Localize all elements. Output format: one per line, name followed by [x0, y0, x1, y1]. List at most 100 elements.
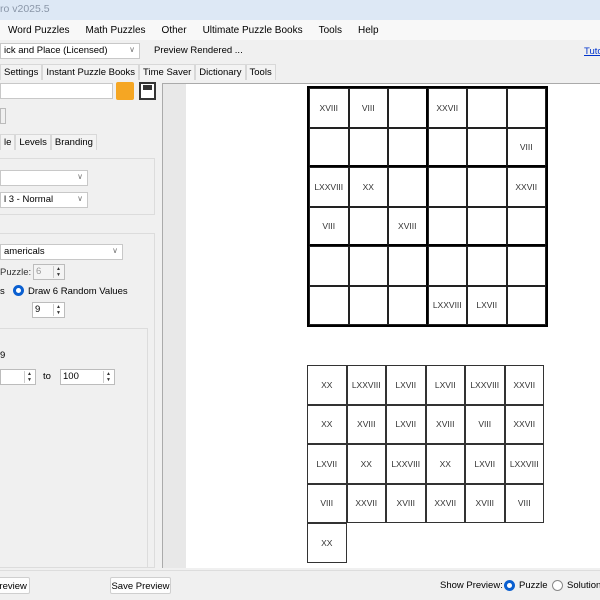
puzzle-radio[interactable] — [504, 580, 515, 591]
preview-area[interactable]: XVIII VIII XXVII VIII LXXVIII XX XXVII VIII XVII… — [162, 83, 600, 568]
grid-cell — [427, 206, 467, 246]
word-bank-cell: XX — [346, 444, 386, 484]
menu-help[interactable]: Help — [350, 25, 387, 36]
tab-tools[interactable]: Tools — [245, 64, 276, 80]
word-bank-cell: VIII — [307, 483, 347, 523]
grid-cell: VIII — [348, 88, 388, 128]
grid-cell: VIII — [506, 127, 546, 167]
word-bank-cell: XX — [307, 365, 347, 405]
word-bank-cell: XX — [307, 404, 347, 444]
tutorial-link[interactable]: Tuto — [584, 46, 600, 57]
grid-cell — [388, 285, 428, 325]
left-panel: le Levels Branding ∨ l 3 - Normal ∨ ameri… — [0, 81, 160, 568]
menu-ultimate-puzzle-books[interactable]: Ultimate Puzzle Books — [195, 25, 311, 36]
grid-cell — [348, 246, 388, 286]
tab-time-saver[interactable]: Time Saver — [139, 64, 196, 80]
solution-radio-label[interactable]: Solution — [567, 580, 600, 591]
tab-levels[interactable]: Levels — [15, 134, 51, 150]
settings-subtabs: le Levels Branding — [0, 134, 97, 150]
menu-other[interactable]: Other — [154, 25, 195, 36]
word-bank-cell: LXXVIII — [465, 365, 505, 405]
menu-math-puzzles[interactable]: Math Puzzles — [78, 25, 154, 36]
range-group — [0, 328, 148, 568]
to-label: to — [43, 371, 51, 382]
grid-cell — [427, 246, 467, 286]
toolbar: ick and Place (Licensed) ∨ Preview Render… — [0, 40, 600, 63]
menu-bar: Word Puzzles Math Puzzles Other Ultimate… — [0, 20, 600, 40]
grid-cell — [467, 167, 507, 207]
preview-button[interactable]: Preview — [0, 577, 30, 594]
puzzle-count-spinner[interactable]: 6 ▲ ▼ — [33, 264, 65, 280]
radio-option-1-label[interactable]: s — [0, 286, 5, 297]
word-bank-cell: XX — [425, 444, 465, 484]
tab-dictionary[interactable]: Dictionary — [195, 64, 246, 80]
word-bank-cell: XXVII — [425, 483, 465, 523]
grid-cell — [309, 127, 349, 167]
status-text: Preview Rendered ... — [154, 45, 243, 56]
grid-cell — [467, 206, 507, 246]
tab-style[interactable]: le — [0, 134, 16, 150]
word-bank-cell: LXVII — [386, 404, 426, 444]
word-bank-cell: XXVII — [346, 483, 386, 523]
puzzle-count-value: 6 — [36, 266, 42, 277]
value-count-spinner[interactable]: 9 ▲ ▼ — [32, 302, 65, 318]
spinner-arrows-icon[interactable]: ▲ ▼ — [53, 304, 63, 316]
range-to-value: 100 — [63, 371, 79, 382]
grid-cell: XXVII — [506, 167, 546, 207]
numeral-type-combo[interactable]: americals ∨ — [0, 244, 123, 260]
grid-cell — [506, 246, 546, 286]
tab-instant-puzzle-books[interactable]: Instant Puzzle Books — [42, 64, 140, 80]
grid-cell: XX — [348, 167, 388, 207]
grid-cell — [388, 88, 428, 128]
word-bank-cell: XVIII — [425, 404, 465, 444]
range-from-spinner[interactable]: ▲ ▼ — [0, 369, 36, 385]
file-input[interactable] — [0, 83, 113, 99]
grid-cell: XVIII — [309, 88, 349, 128]
word-bank-cell: LXXVIII — [504, 444, 544, 484]
chevron-down-icon: ∨ — [77, 194, 83, 203]
word-bank-cell: VIII — [465, 404, 505, 444]
puzzle-count-label: Puzzle: — [0, 267, 32, 278]
tab-branding[interactable]: Branding — [50, 134, 97, 150]
save-icon[interactable] — [139, 82, 156, 100]
grid-cell — [388, 127, 428, 167]
spinner-arrows-icon[interactable]: ▲ ▼ — [24, 371, 34, 383]
random-values-radio[interactable] — [13, 285, 24, 296]
save-preview-button[interactable]: Save Preview — [110, 577, 171, 594]
level-combo-value: l 3 - Normal — [4, 194, 54, 205]
puzzle-select-value: ick and Place (Licensed) — [4, 45, 108, 56]
grid-cell — [467, 127, 507, 167]
option-combo[interactable]: ∨ — [0, 170, 88, 186]
random-values-label[interactable]: Draw 6 Random Values — [28, 286, 128, 297]
grid-cell — [348, 285, 388, 325]
puzzle-type-select[interactable]: ick and Place (Licensed) ∨ — [0, 43, 140, 59]
spinner-stub[interactable] — [0, 108, 6, 124]
grid-cell — [348, 206, 388, 246]
spinner-arrows-icon[interactable]: ▲ ▼ — [103, 371, 113, 383]
spinner-arrows-icon[interactable]: ▲ ▼ — [53, 266, 63, 278]
level-combo[interactable]: l 3 - Normal ∨ — [0, 192, 88, 208]
grid-cell: LXXVIII — [309, 167, 349, 207]
grid-cell — [427, 127, 467, 167]
numeral-type-value: americals — [4, 246, 45, 257]
tab-settings[interactable]: Settings — [0, 64, 43, 80]
word-bank-cell: XX — [307, 523, 347, 563]
grid-cell — [506, 88, 546, 128]
menu-word-puzzles[interactable]: Word Puzzles — [0, 25, 78, 36]
grid-cell: LXXVIII — [427, 285, 467, 325]
grid-cell — [309, 246, 349, 286]
grid-cell — [467, 88, 507, 128]
puzzle-radio-label[interactable]: Puzzle — [519, 580, 548, 591]
range-to-spinner[interactable]: 100 ▲ ▼ — [60, 369, 115, 385]
grid-cell — [427, 167, 467, 207]
word-bank-cell: LXXVIII — [386, 444, 426, 484]
preview-page: XVIII VIII XXVII VIII LXXVIII XX XXVII VIII XVII… — [186, 84, 600, 568]
puzzle-grid: XVIII VIII XXVII VIII LXXVIII XX XXVII VIII XVII… — [307, 86, 548, 327]
folder-open-icon[interactable] — [116, 82, 134, 100]
solution-radio[interactable] — [552, 580, 563, 591]
word-bank-cell: XVIII — [346, 404, 386, 444]
grid-cell — [388, 167, 428, 207]
word-bank-cell: LXVII — [386, 365, 426, 405]
menu-tools[interactable]: Tools — [311, 25, 350, 36]
word-bank-cell: VIII — [504, 483, 544, 523]
